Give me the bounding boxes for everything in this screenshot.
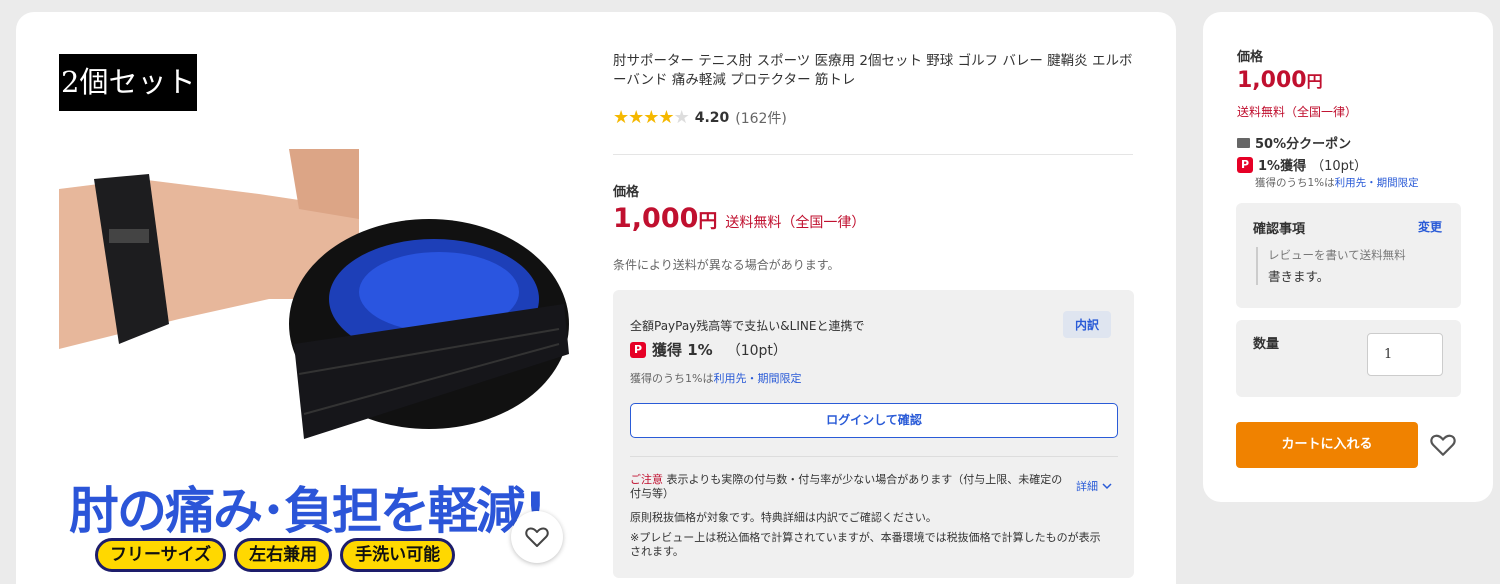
star-icon: ★ [658, 107, 674, 128]
confirmation-box: 確認事項 変更 レビューを書いて送料無料 書きます。 [1236, 203, 1461, 308]
image-favorite-button[interactable] [511, 511, 563, 563]
price-label: 価格 [613, 185, 640, 200]
caution-label: ご注意 [630, 473, 663, 486]
image-pill: フリーサイズ [95, 538, 227, 572]
earn-sub-prefix: 獲得のうち1%は [630, 372, 714, 385]
side-shipping: 送料無料（全国一律） [1237, 105, 1358, 119]
paypay-earn: P 獲得 1% （10pt） [630, 339, 787, 360]
quantity-box: 数量 1 [1236, 320, 1461, 397]
divider [630, 456, 1118, 457]
paypay-icon: P [630, 341, 646, 358]
shipping-note: 条件により送料が異なる場合があります。 [613, 258, 840, 272]
star-rating: ★★★★★ [613, 107, 690, 128]
confirmation-value: 書きます。 [1268, 269, 1330, 284]
caution-body: 表示よりも実際の付与数・付与率が少ない場合があります（付与上限、未確定の付与等） [630, 473, 1063, 500]
price-amount-wrap: 1,000円 [613, 203, 717, 234]
confirmation-change-link[interactable]: 変更 [1418, 218, 1442, 235]
image-pill: 左右兼用 [234, 538, 333, 572]
star-icon: ★ [628, 107, 644, 128]
side-earn: P 1%獲得 （10pt） [1237, 155, 1367, 174]
product-rating[interactable]: ★★★★★ 4.20 (162件) [613, 108, 787, 128]
detail-toggle[interactable]: 詳細 [1076, 478, 1112, 494]
side-price-label: 価格 [1237, 50, 1264, 65]
detail-label: 詳細 [1076, 480, 1098, 493]
price-yen: 円 [698, 210, 718, 232]
side-coupon[interactable]: 50%分クーポン [1237, 133, 1351, 152]
paypay-description: 全額PayPay残高等で支払い&LINEと連携で [630, 319, 865, 333]
purchase-side-card: 価格 1,000円 送料無料（全国一律） 50%分クーポン P 1%獲得 （10… [1203, 12, 1493, 502]
image-pill: 手洗い可能 [340, 538, 456, 572]
side-earn-points: （10pt） [1311, 159, 1367, 174]
coupon-icon [1237, 137, 1250, 148]
image-feature-pills: フリーサイズ 左右兼用 手洗い可能 [95, 538, 565, 576]
heart-icon[interactable] [1430, 432, 1456, 458]
star-icon: ★ [673, 107, 690, 128]
usage-limit-link[interactable]: 利用先・期間限定 [713, 372, 801, 385]
price-row: 1,000円 送料無料（全国一律） [613, 203, 865, 234]
product-title: 肘サポーター テニス肘 スポーツ 医療用 2個セット 野球 ゴルフ バレー 腱鞘… [613, 53, 1133, 88]
price-amount: 1,000 [613, 203, 699, 234]
side-earn-sub: 獲得のうち1%は利用先・期間限定 [1255, 175, 1419, 190]
svg-text:肘の痛み･負担を軽減!: 肘の痛み･負担を軽減! [69, 482, 545, 540]
paypay-points-box: 全額PayPay残高等で支払い&LINEと連携で 内訳 P 獲得 1% （10p… [613, 290, 1134, 578]
rating-value: 4.20 [694, 110, 730, 126]
coupon-label: 50%分クーポン [1255, 137, 1352, 152]
tax-note: 原則税抜価格が対象です。特典詳細は内訳でご確認ください。 [630, 511, 937, 524]
product-image[interactable]: 2個セット 肘の痛み･負担を軽減! フリーサイズ 左右兼用 手洗い可能 [59, 54, 575, 584]
confirmation-hint: レビューを書いて送料無料 [1268, 248, 1406, 262]
star-icon: ★ [613, 107, 629, 128]
breakdown-button[interactable]: 内訳 [1063, 311, 1112, 338]
confirmation-title: 確認事項 [1253, 222, 1306, 237]
heart-icon [525, 527, 549, 547]
review-count-link[interactable]: (162件) [735, 108, 787, 128]
login-confirm-button[interactable]: ログインして確認 [630, 403, 1118, 438]
caution-text: ご注意 表示よりも実際の付与数・付与率が少ない場合があります（付与上限、未確定の… [630, 473, 1070, 501]
side-price-yen: 円 [1306, 72, 1323, 91]
paypay-icon: P [1237, 156, 1253, 173]
earn-points: （10pt） [726, 342, 787, 359]
divider [613, 154, 1133, 155]
image-banner: 肘の痛み･負担を軽減! [68, 481, 549, 542]
side-earn-rate: 1%獲得 [1258, 159, 1307, 174]
confirmation-item: レビューを書いて送料無料 書きます。 [1256, 247, 1406, 285]
side-price-amount: 1,000 [1237, 68, 1307, 93]
shipping-label: 送料無料（全国一律） [725, 215, 866, 231]
quantity-label: 数量 [1253, 337, 1280, 352]
quantity-input[interactable]: 1 [1367, 333, 1443, 376]
earn-rate: 獲得 1% [652, 341, 713, 359]
elbow-band-photo [289, 219, 569, 439]
side-earn-sub-prefix: 獲得のうち1%は [1255, 177, 1335, 189]
side-price: 1,000円 [1237, 68, 1323, 93]
star-icon: ★ [643, 107, 659, 128]
chevron-down-icon [1102, 482, 1112, 489]
earn-sub: 獲得のうち1%は利用先・期間限定 [630, 370, 801, 386]
side-usage-limit-link[interactable]: 利用先・期間限定 [1335, 177, 1419, 189]
preview-note: ※プレビュー上は税込価格で計算されていますが、本番環境では税抜価格で計算したもの… [630, 531, 1101, 558]
image-badge: 2個セット [59, 54, 197, 111]
add-to-cart-button[interactable]: カートに入れる [1236, 422, 1418, 468]
